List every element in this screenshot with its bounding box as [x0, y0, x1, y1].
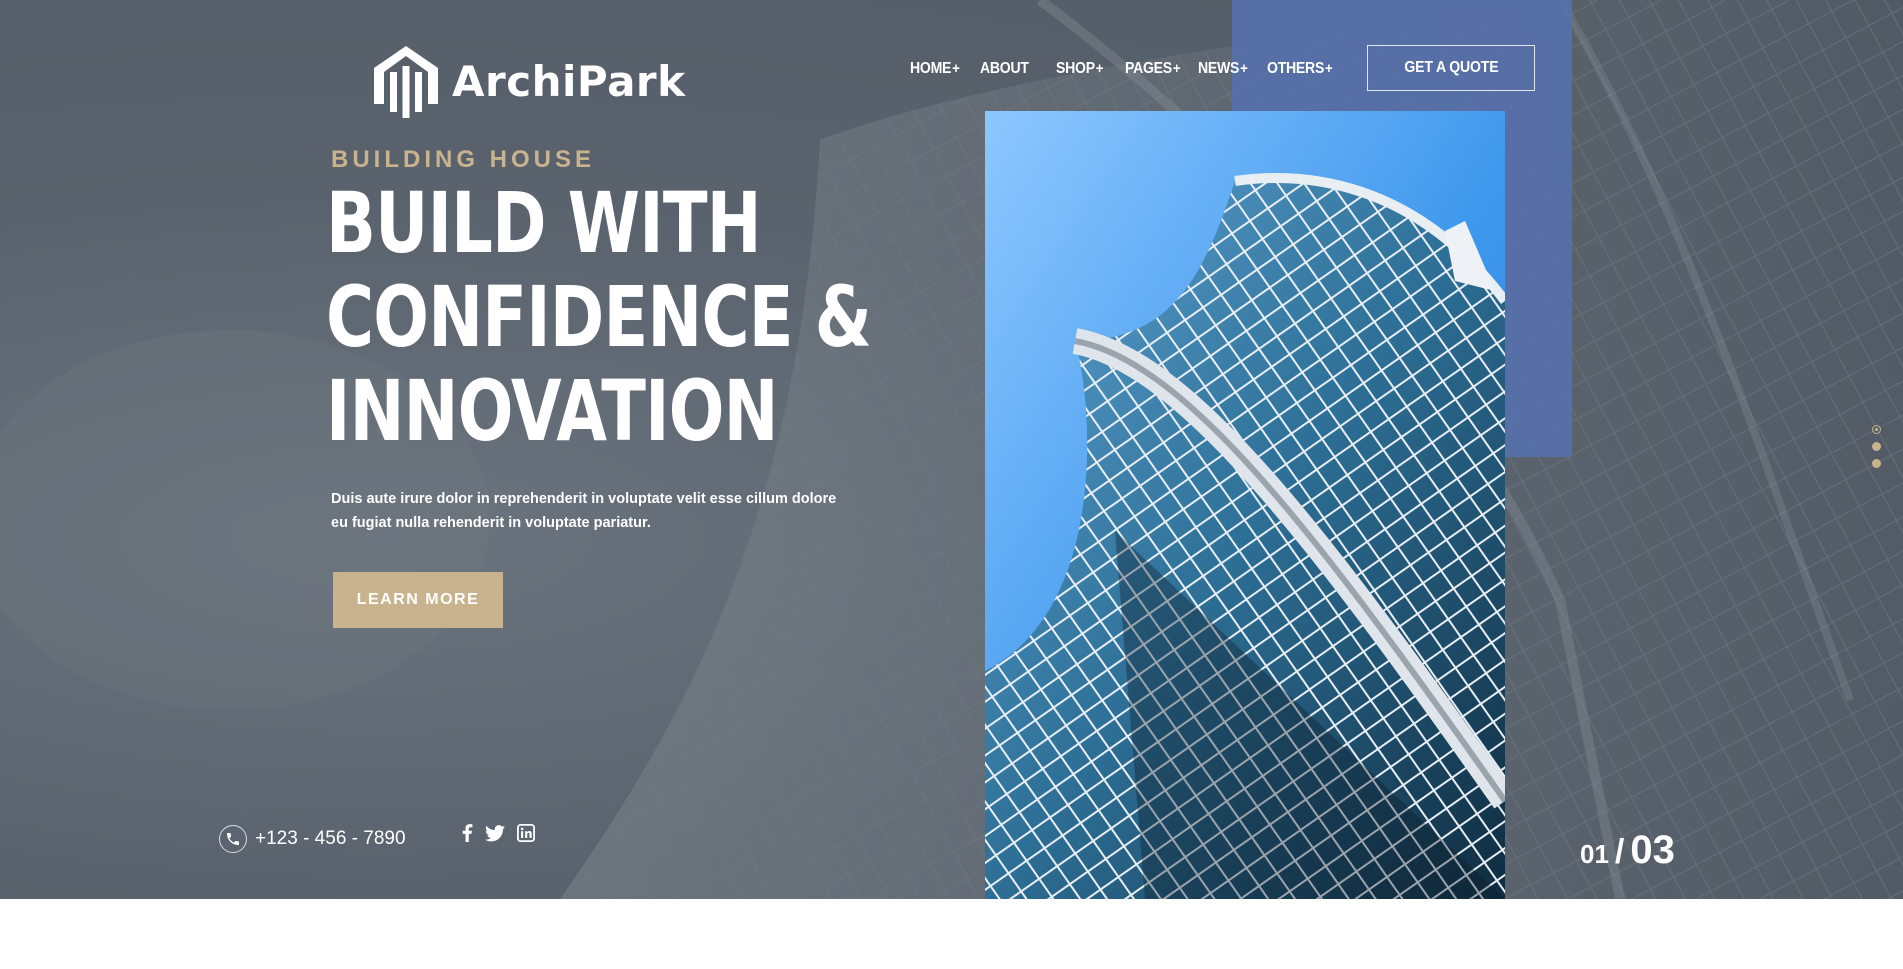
building-photo — [985, 111, 1505, 899]
archipark-logo-icon — [374, 46, 438, 118]
hero-description: Duis aute irure dolor in reprehenderit i… — [331, 491, 837, 531]
social-links — [461, 824, 535, 842]
plus-icon: + — [952, 60, 960, 77]
slider-dots — [1872, 425, 1881, 468]
phone-number: +123 - 456 - 7890 — [255, 828, 406, 849]
slider-dot[interactable] — [1872, 425, 1881, 434]
hero-eyebrow: BUILDING HOUSE — [331, 146, 596, 173]
nav-item-others[interactable]: OTHERS+ — [1267, 60, 1333, 78]
headline-line: INNOVATION — [326, 362, 778, 460]
plus-icon: + — [1240, 60, 1248, 77]
linkedin-icon[interactable] — [517, 824, 535, 842]
plus-icon: + — [1324, 60, 1333, 77]
brand-logo[interactable]: ArchiPark — [370, 42, 686, 120]
headline-line: BUILD WITH — [326, 174, 762, 272]
hero-section: ArchiPark HOME+ ABOUT SHOP+ PAGES+ NEWS+… — [0, 0, 1903, 899]
nav-item-pages[interactable]: PAGES+ — [1125, 60, 1181, 78]
nav-item-shop[interactable]: SHOP+ — [1056, 60, 1103, 78]
brand-name: ArchiPark — [452, 56, 686, 106]
learn-more-button[interactable]: LEARN MORE — [333, 572, 503, 628]
headline-line: CONFIDENCE & — [326, 268, 872, 366]
nav-item-about[interactable]: ABOUT — [980, 60, 1029, 78]
current-slide: 01 — [1580, 839, 1609, 869]
hero-headline: BUILD WITH CONFIDENCE & INNOVATION — [326, 174, 872, 460]
nav-item-news[interactable]: NEWS+ — [1198, 60, 1248, 78]
background-image — [0, 0, 1903, 899]
nav-item-home[interactable]: HOME+ — [910, 60, 960, 78]
phone-icon — [219, 825, 247, 853]
plus-icon: + — [1172, 60, 1181, 77]
get-quote-button[interactable]: GET A QUOTE — [1367, 45, 1535, 91]
counter-separator: / — [1614, 833, 1625, 871]
contact-phone[interactable]: +123 - 456 - 7890 — [219, 825, 406, 853]
twitter-icon[interactable] — [485, 824, 505, 842]
slider-dot[interactable] — [1872, 442, 1881, 451]
plus-icon: + — [1095, 60, 1104, 77]
slider-dot[interactable] — [1872, 459, 1881, 468]
slide-counter: 01/03 — [1580, 828, 1675, 873]
total-slides: 03 — [1630, 828, 1675, 872]
facebook-icon[interactable] — [461, 824, 473, 842]
